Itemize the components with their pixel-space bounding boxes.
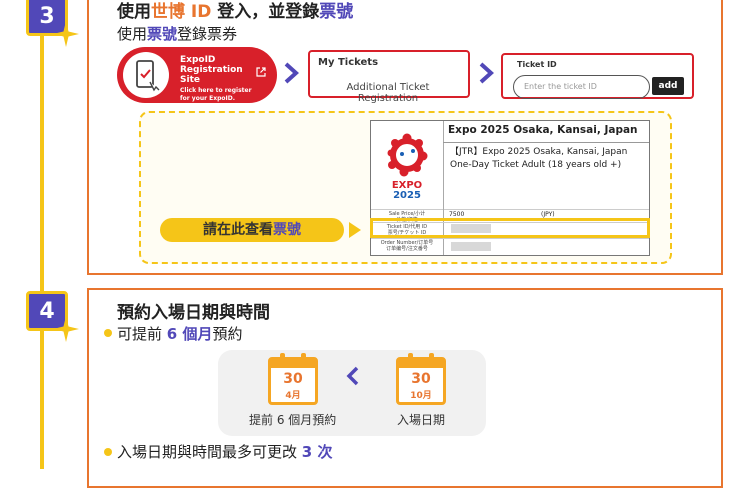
ticket-description: 【JTR】Expo 2025 Osaka, Kansai, Japan One-… xyxy=(450,147,628,170)
expo-logo: EXPO 2025 xyxy=(371,121,444,209)
phone-icon xyxy=(123,52,169,98)
order-number-blurred xyxy=(451,242,491,251)
add-button[interactable]: add xyxy=(652,77,684,95)
chevron-right-icon xyxy=(478,62,494,90)
expoid-text: ExpoID Registration Site Click here to r… xyxy=(180,55,252,102)
chevron-right-icon xyxy=(283,62,299,90)
calendar-month: 4月 xyxy=(285,391,301,401)
ticket-id-highlight xyxy=(370,218,650,238)
expoid-registration-button[interactable]: ExpoID Registration Site Click here to r… xyxy=(117,47,277,103)
calendar-day: 30 xyxy=(411,371,431,387)
calendar-icon: 30 4月 xyxy=(268,353,318,405)
bullet-icon xyxy=(104,448,112,456)
step-3-title: 使用世博 ID 登入，並登錄票號 xyxy=(117,2,354,22)
step-4-badge: 4 xyxy=(26,291,79,342)
calendar-icon: 30 10月 xyxy=(396,353,446,405)
calendar-month: 10月 xyxy=(410,391,432,401)
step-3-badge: 3 xyxy=(26,0,79,47)
sparkle-icon xyxy=(53,316,79,342)
order-number-label: Order Number/订单号 订单编号/注文番号 xyxy=(380,240,434,252)
bullet-icon xyxy=(104,329,112,337)
advance-booking-note: 可提前 6 個月預約 xyxy=(117,325,243,343)
timeline-line xyxy=(40,0,44,469)
ticket-id-label: Ticket ID xyxy=(517,60,557,69)
my-tickets-panel: My Tickets Additional Ticket Registratio… xyxy=(308,50,470,104)
calendar-caption: 入場日期 xyxy=(397,413,446,427)
my-tickets-label: My Tickets xyxy=(318,57,379,68)
pointer-arrow-icon xyxy=(349,222,361,238)
external-link-icon xyxy=(256,67,266,80)
check-ticket-number-hint: 請在此查看票號 xyxy=(160,218,344,242)
change-limit-note: 入場日期與時間最多可更改 3 次 xyxy=(117,443,333,461)
calendar-day: 30 xyxy=(283,371,303,387)
sparkle-icon xyxy=(53,21,79,47)
step-3-subtitle: 使用票號登錄票券 xyxy=(117,25,238,43)
price-value: 7500 xyxy=(449,211,465,218)
additional-ticket-registration-link[interactable]: Additional Ticket Registration xyxy=(318,82,458,104)
step-4-title: 預約入場日期與時間 xyxy=(117,303,270,323)
chevron-left-icon xyxy=(346,366,360,391)
event-title: Expo 2025 Osaka, Kansai, Japan xyxy=(448,124,638,136)
ticket-id-panel: Ticket ID Enter the ticket ID add xyxy=(501,53,694,99)
calendar-caption: 提前 6 個月預約 xyxy=(249,413,337,427)
price-unit: (JPY) xyxy=(541,211,555,218)
ticket-id-input[interactable]: Enter the ticket ID xyxy=(513,75,650,99)
